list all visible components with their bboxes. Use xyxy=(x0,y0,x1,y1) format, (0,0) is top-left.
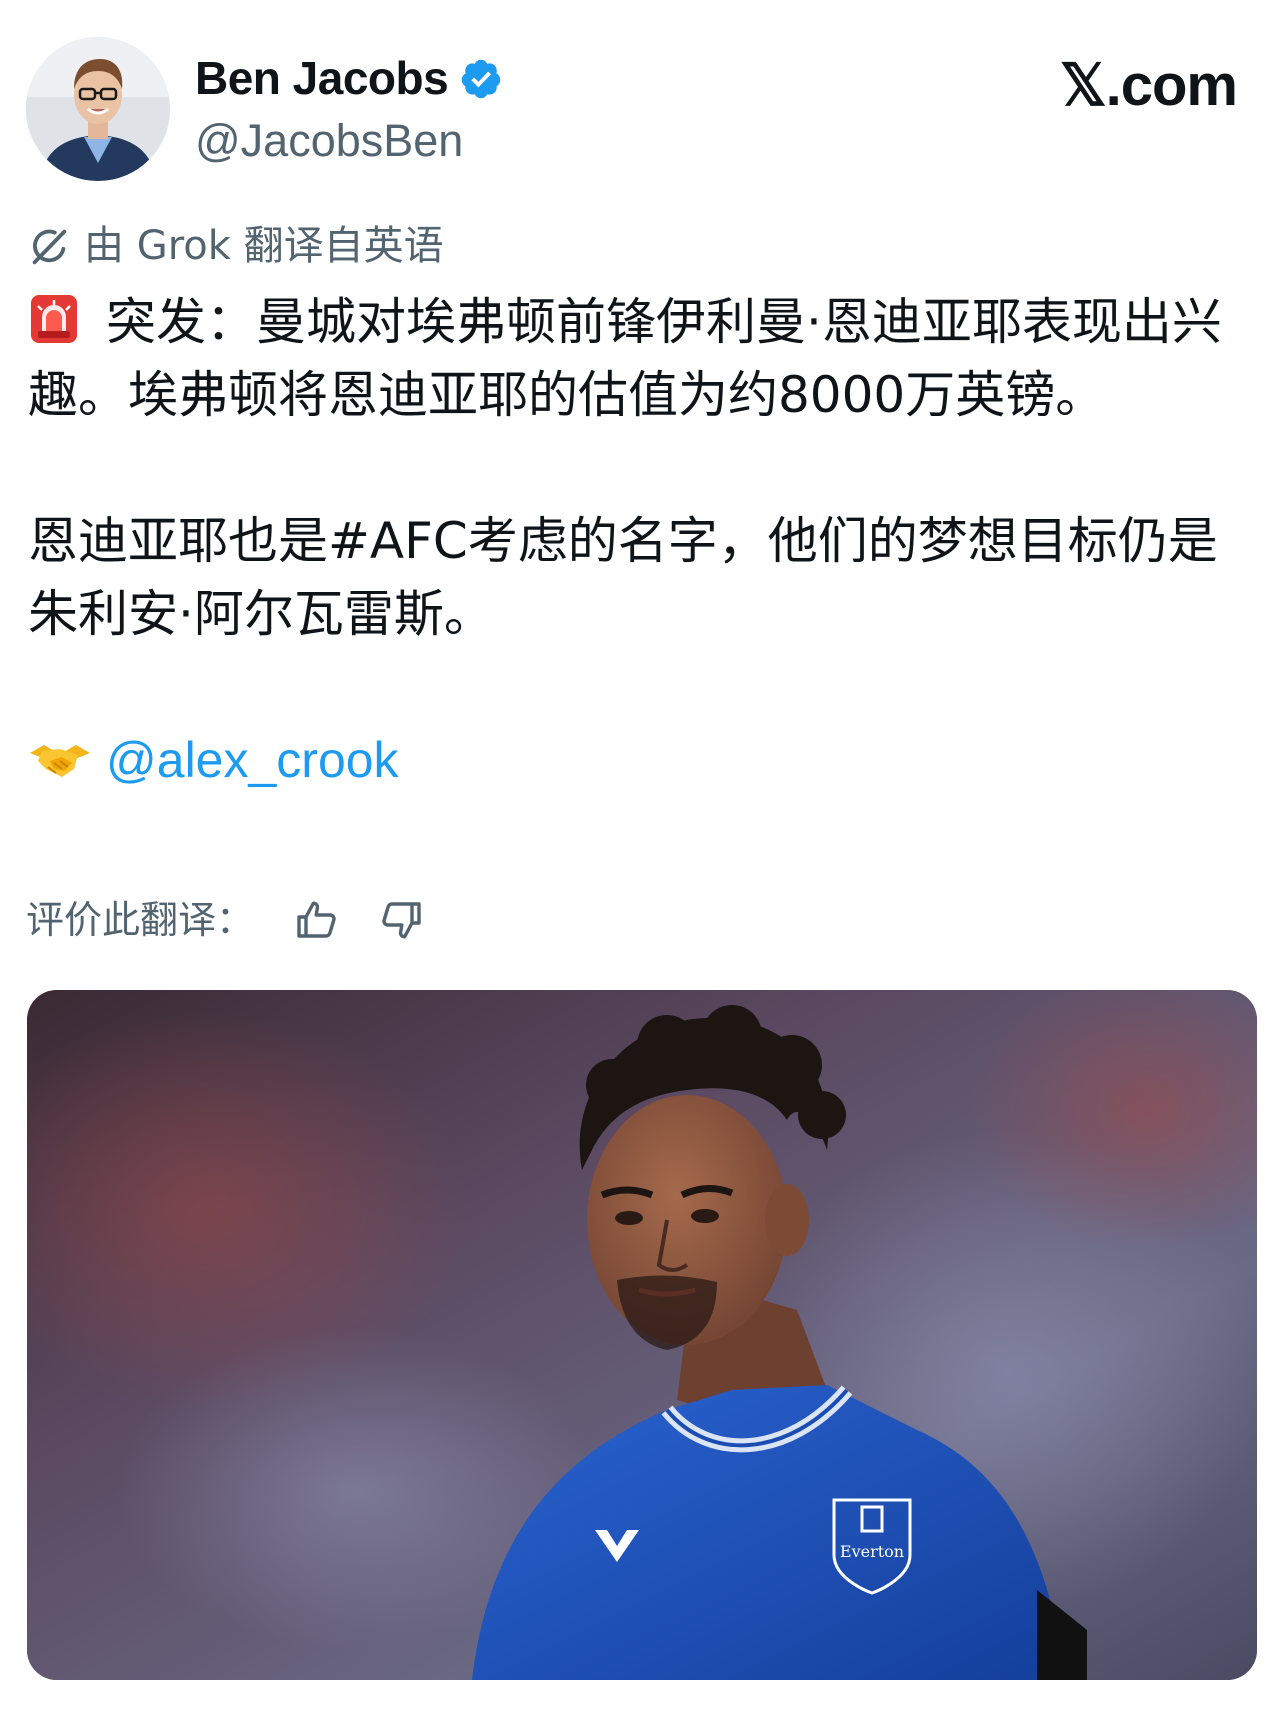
mention-link[interactable]: @alex_crook xyxy=(106,732,399,788)
handshake-icon xyxy=(30,745,90,777)
person-avatar-icon xyxy=(26,37,170,181)
grok-icon xyxy=(32,229,67,265)
author-display-name[interactable]: Ben Jacobs xyxy=(195,50,449,106)
translation-source-label: 由 Grok 翻译自英语 xyxy=(84,223,444,269)
author-handle[interactable]: @JacobsBen xyxy=(195,113,463,169)
thumbs-down-icon xyxy=(382,902,421,939)
tweet-paragraph-1: 突发：曼城对埃弗顿前锋伊利曼·恩迪亚耶表现出兴趣。埃弗顿将恩迪亚耶的估值为约80… xyxy=(28,286,1260,432)
translation-note: 由 Grok 翻译自英语 xyxy=(26,218,444,274)
tweet-photo[interactable]: Everton xyxy=(27,990,1257,1680)
author-avatar[interactable] xyxy=(26,37,170,181)
tweet-paragraph-2: 恩迪亚耶也是#AFC考虑的名字，他们的梦想目标仍是朱利安·阿尔瓦雷斯。 xyxy=(28,512,1218,643)
tweet-paragraph-1-text: 突发：曼城对埃弗顿前锋伊利曼·恩迪亚耶表现出兴趣。埃弗顿将恩迪亚耶的估值为约80… xyxy=(28,293,1222,424)
crest-text: Everton xyxy=(840,1542,904,1561)
thumbs-up-button[interactable] xyxy=(290,893,344,947)
thumbs-down-button[interactable] xyxy=(374,893,428,947)
x-brand-watermark: 𝕏.com xyxy=(1059,53,1238,118)
rate-translation-label: 评价此翻译： xyxy=(26,898,255,942)
football-player-photo: Everton xyxy=(27,990,1257,1680)
tweet-mention-line: @alex_crook xyxy=(28,724,1260,797)
siren-icon xyxy=(31,295,77,343)
rate-translation: 评价此翻译： xyxy=(26,888,428,952)
tweet-text: 突发：曼城对埃弗顿前锋伊利曼·恩迪亚耶表现出兴趣。埃弗顿将恩迪亚耶的估值为约80… xyxy=(28,286,1260,797)
verified-badge-icon xyxy=(461,59,501,99)
thumbs-up-icon xyxy=(297,901,336,938)
